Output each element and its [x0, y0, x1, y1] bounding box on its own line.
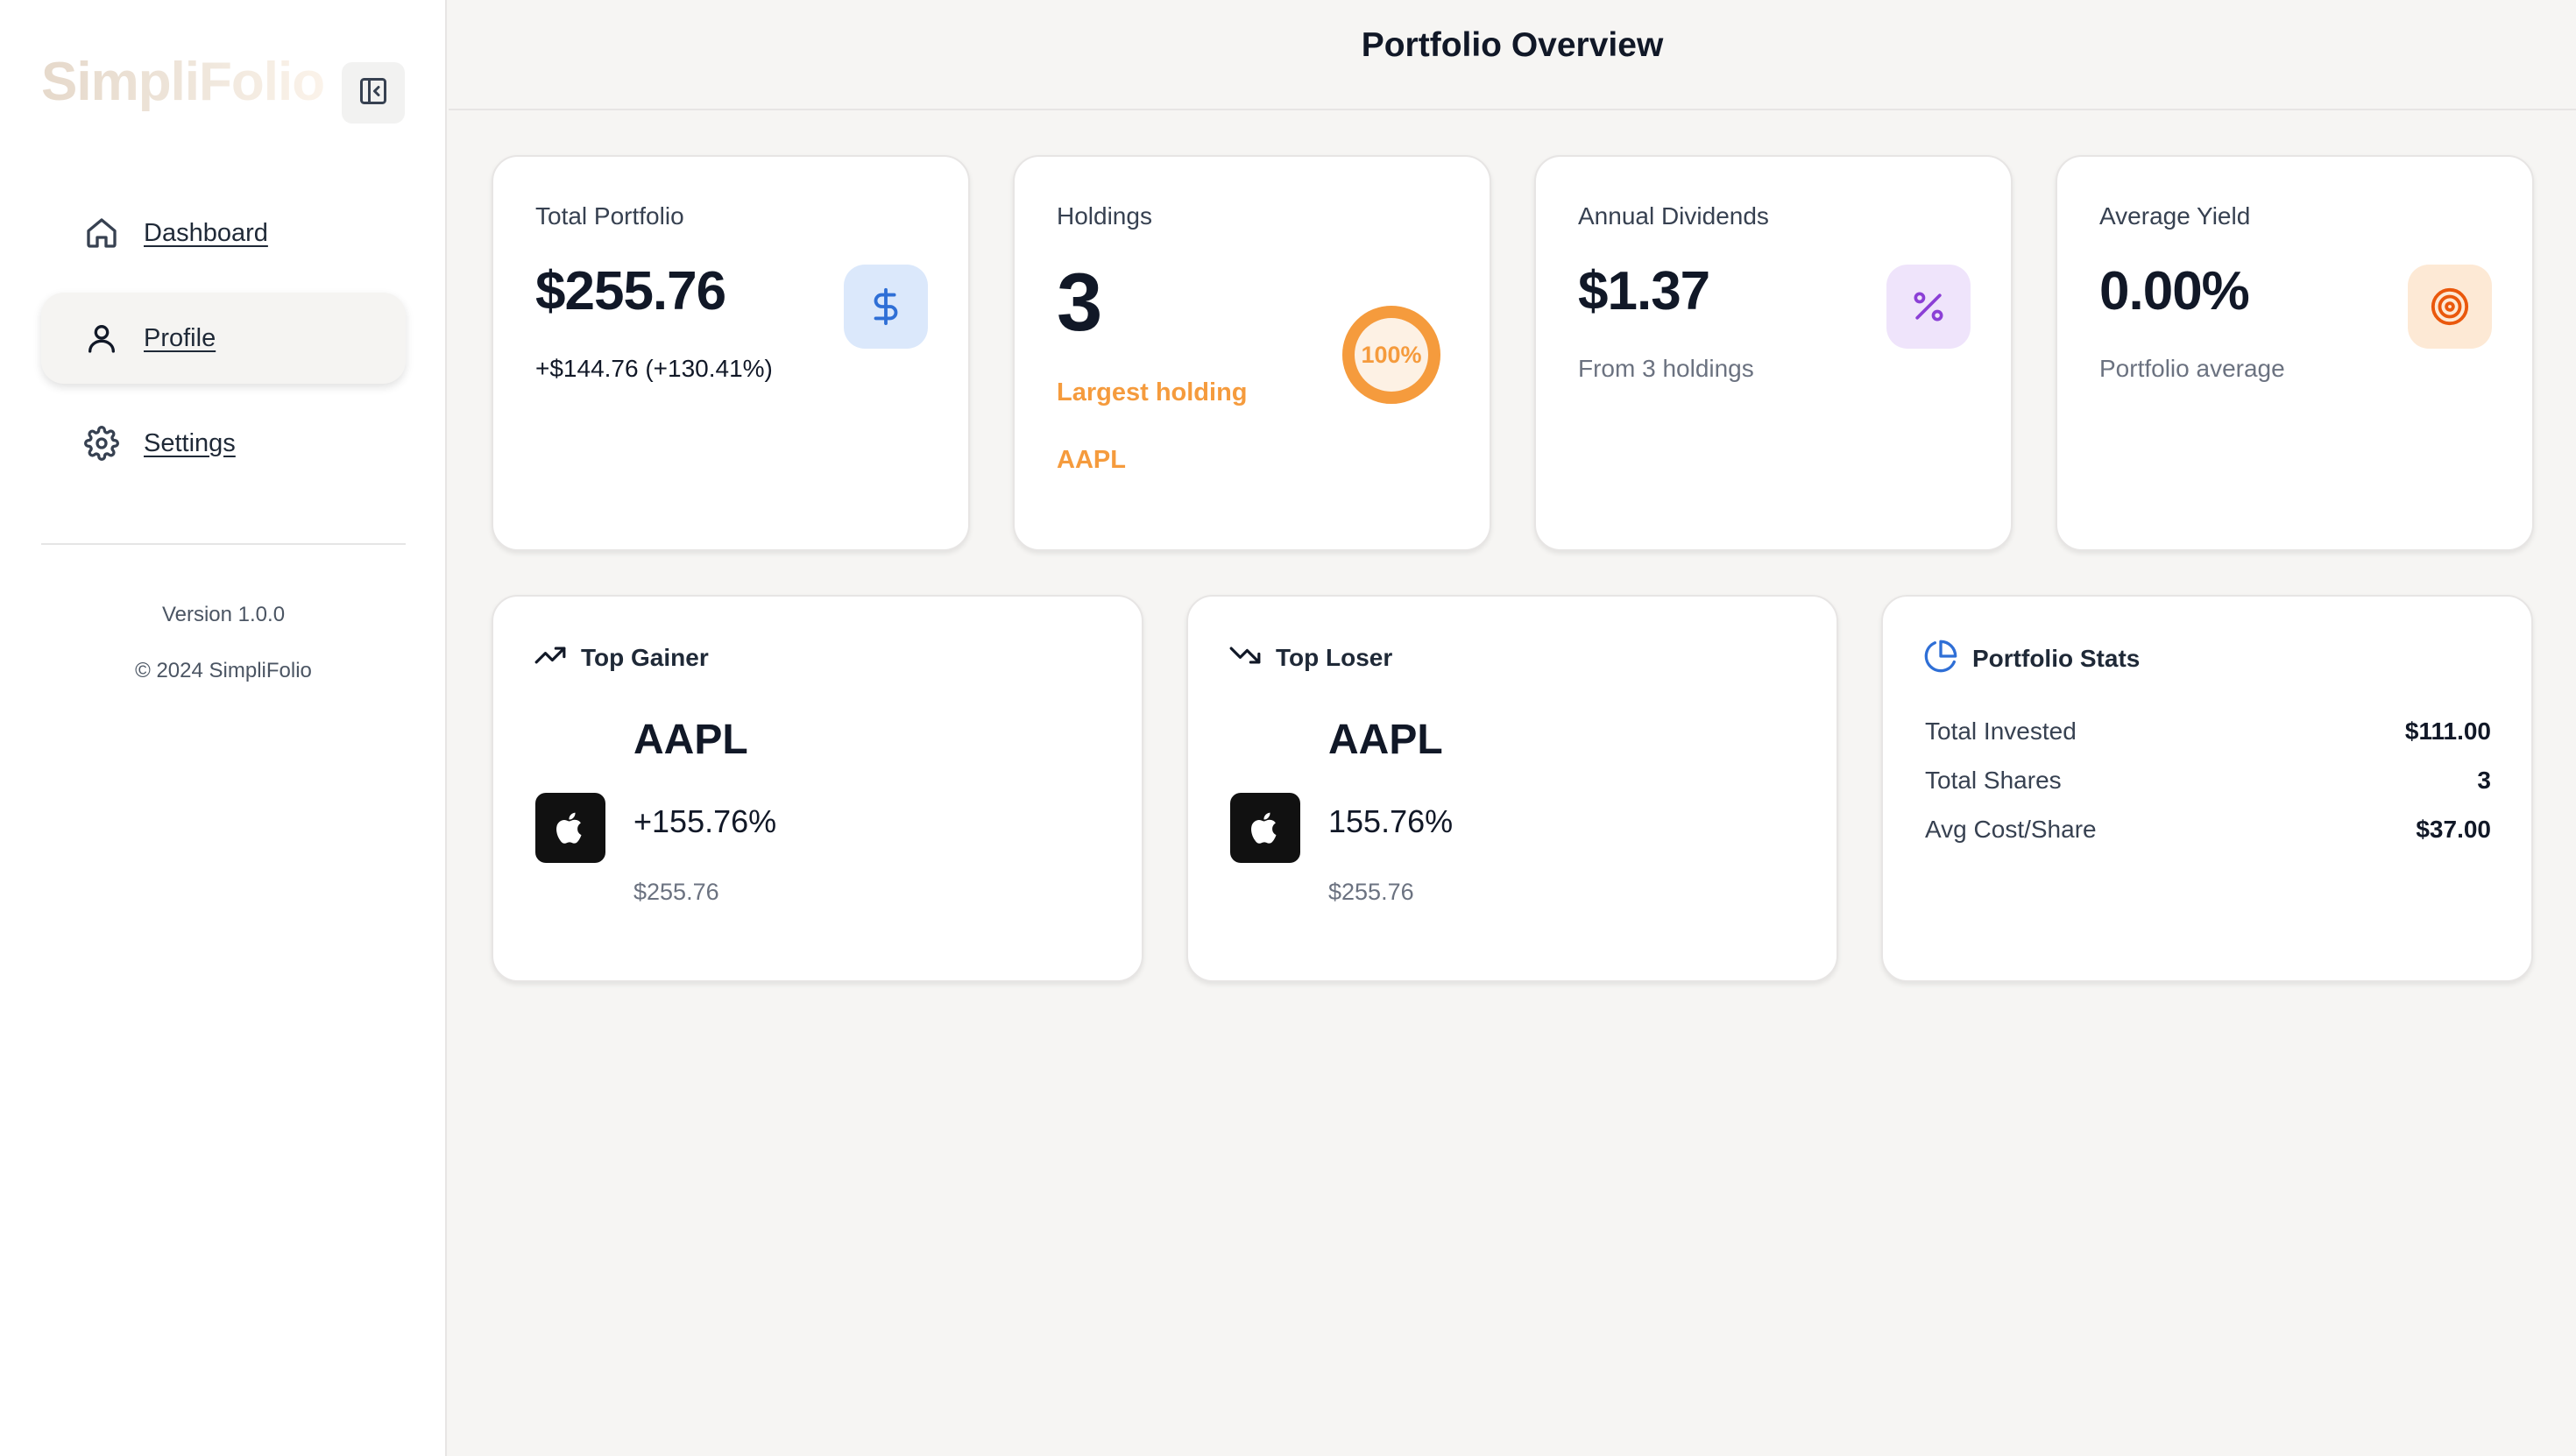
total-portfolio-value: $255.76 — [535, 261, 726, 322]
card-label: Holdings — [1057, 202, 1152, 230]
annual-dividends-sub: From 3 holdings — [1578, 355, 1754, 382]
holding-ring-text: 100% — [1361, 341, 1422, 368]
sidebar-item-settings[interactable]: Settings — [41, 398, 406, 489]
copyright: © 2024 SimpliFolio — [135, 659, 312, 682]
collapse-sidebar-button[interactable] — [342, 62, 405, 124]
stat-value: 3 — [2477, 767, 2491, 794]
portfolio-stats-card: Portfolio Stats Total Invested $111.00 T… — [1881, 595, 2533, 982]
page-title: Portfolio Overview — [1361, 26, 1664, 64]
largest-holding-symbol[interactable]: AAPL — [1057, 446, 1126, 475]
top-loser-price: $255.76 — [1328, 879, 1414, 905]
top-loser-symbol[interactable]: AAPL — [1328, 716, 1443, 764]
annual-dividends-value: $1.37 — [1578, 261, 1710, 322]
largest-holding-label: Largest holding — [1057, 378, 1248, 406]
top-loser-header: Top Loser — [1228, 639, 1392, 676]
card-label: Average Yield — [2099, 202, 2251, 230]
apple-logo — [535, 793, 605, 863]
average-yield-value: 0.00% — [2099, 261, 2250, 322]
app-version: Version 1.0.0 — [161, 603, 286, 626]
top-loser-card: Top Loser AAPL 155.76% $255.76 — [1186, 595, 1838, 982]
holding-ring-gauge: 100% — [1339, 302, 1444, 407]
sidebar-item-profile[interactable]: Profile — [41, 293, 406, 384]
percent-icon — [1886, 265, 1971, 349]
holdings-count: 3 — [1057, 256, 1102, 348]
top-gainer-title: Top Gainer — [581, 643, 709, 671]
top-gainer-symbol[interactable]: AAPL — [633, 716, 748, 764]
total-portfolio-card: Total Portfolio $255.76 +$144.76 (+130.4… — [492, 155, 970, 551]
page-header: Portfolio Overview — [449, 0, 2576, 110]
sidebar-item-label: Profile — [144, 323, 216, 352]
portfolio-stats-title: Portfolio Stats — [1972, 644, 2141, 672]
sidebar-divider — [41, 543, 406, 545]
stat-row-avg-cost: Avg Cost/Share $37.00 — [1925, 816, 2491, 844]
top-gainer-change: +155.76% — [633, 803, 777, 839]
home-icon — [84, 216, 119, 251]
card-label: Annual Dividends — [1578, 202, 1769, 230]
stat-label: Total Shares — [1925, 767, 2062, 794]
stat-label: Total Invested — [1925, 717, 2077, 745]
stat-row-total-shares: Total Shares 3 — [1925, 767, 2491, 795]
annual-dividends-card: Annual Dividends $1.37 From 3 holdings — [1534, 155, 2013, 551]
sidebar-item-label: Dashboard — [144, 218, 268, 247]
portfolio-stats-header: Portfolio Stats — [1923, 639, 2140, 678]
stat-label: Avg Cost/Share — [1925, 816, 2097, 843]
stat-row-total-invested: Total Invested $111.00 — [1925, 717, 2491, 746]
apple-logo — [1230, 793, 1300, 863]
holdings-card: Holdings 3 Largest holding AAPL 100% — [1013, 155, 1491, 551]
pie-chart-icon — [1923, 639, 1958, 678]
dollar-icon — [844, 265, 928, 349]
stat-value: $111.00 — [2404, 717, 2491, 745]
total-portfolio-change: +$144.76 (+130.41%) — [535, 355, 773, 382]
top-loser-change: 155.76% — [1328, 803, 1454, 839]
top-gainer-card: Top Gainer AAPL +155.76% $255.76 — [492, 595, 1143, 982]
average-yield-card: Average Yield 0.00% Portfolio average — [2056, 155, 2534, 551]
average-yield-sub: Portfolio average — [2099, 355, 2285, 382]
trending-down-icon — [1228, 639, 1262, 676]
app-logo[interactable]: SimpliFolio — [41, 51, 325, 113]
trending-up-icon — [534, 639, 567, 676]
user-icon — [84, 321, 119, 356]
sidebar-item-dashboard[interactable]: Dashboard — [41, 187, 406, 279]
top-gainer-price: $255.76 — [633, 879, 719, 905]
top-loser-title: Top Loser — [1276, 643, 1393, 671]
top-gainer-header: Top Gainer — [534, 639, 709, 676]
sidebar-collapse-icon — [357, 75, 389, 111]
target-icon — [2408, 265, 2492, 349]
gear-icon — [84, 426, 119, 461]
sidebar-item-label: Settings — [144, 428, 236, 457]
sidebar: SimpliFolio Dashboard Profile Settings V… — [0, 0, 447, 1456]
stat-value: $37.00 — [2416, 816, 2491, 843]
card-label: Total Portfolio — [535, 202, 684, 230]
